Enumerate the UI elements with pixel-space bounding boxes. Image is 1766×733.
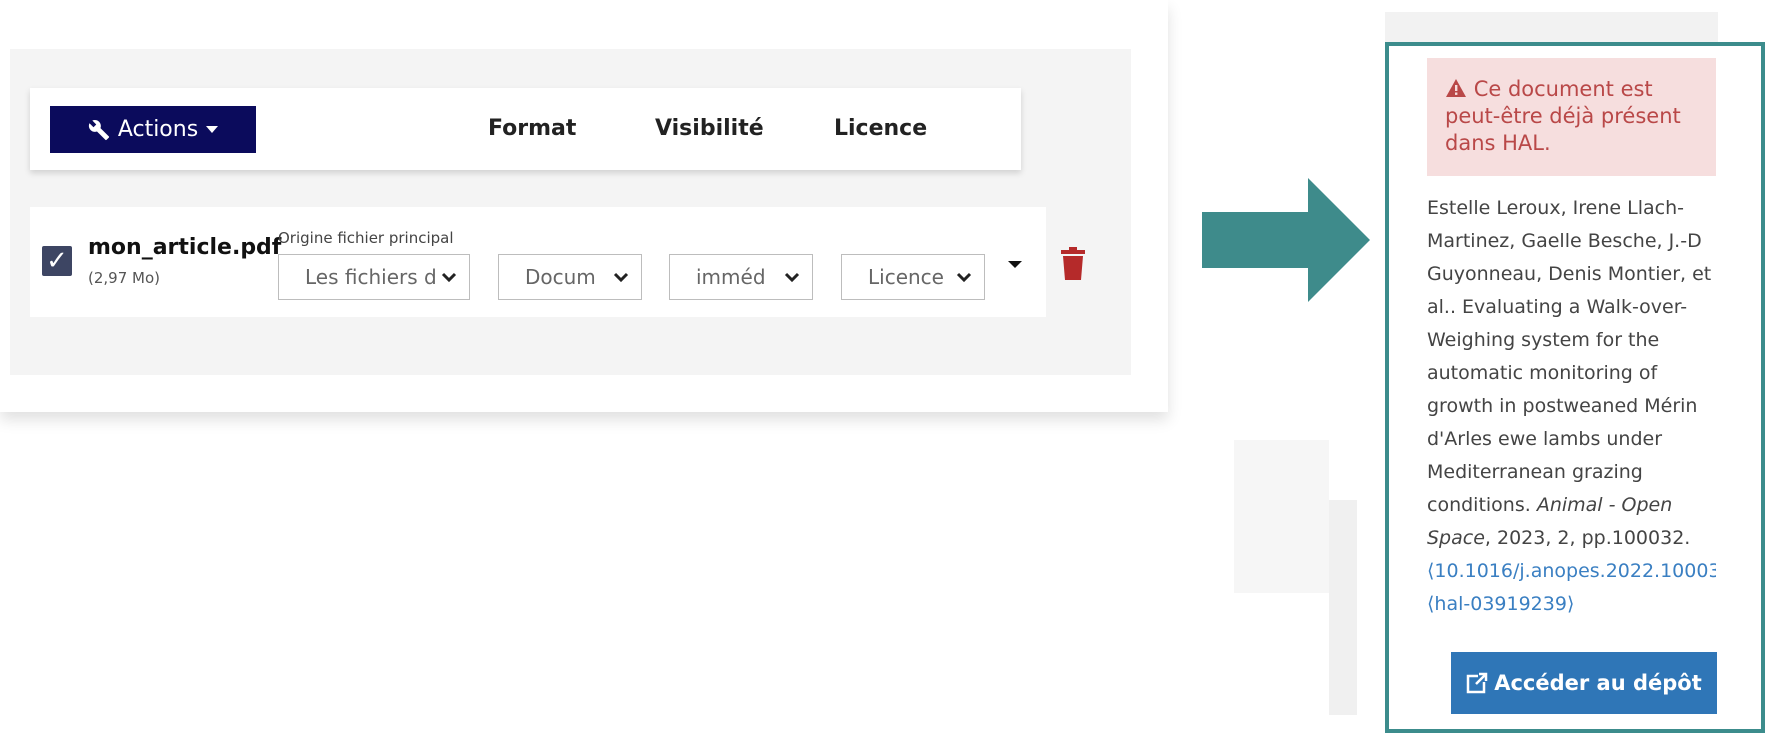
alert-line-1: Ce document est xyxy=(1473,77,1653,101)
origin-label: Origine fichier principal xyxy=(278,229,454,247)
chevron-down-icon xyxy=(778,267,800,288)
citation-line: Space, 2023, 2, pp.100032. xyxy=(1427,522,1747,555)
origin-select[interactable]: Les fichiers d xyxy=(278,254,470,300)
actions-label: Actions xyxy=(117,117,199,142)
external-link-icon xyxy=(1466,672,1489,694)
duplicate-warning-panel: Ce document est peut-être déjà présent d… xyxy=(1385,42,1765,733)
format-select[interactable]: Docum xyxy=(498,254,642,300)
column-header-licence: Licence xyxy=(834,116,928,141)
licence-select-value: Licence xyxy=(868,265,944,289)
citation-line: Martinez, Gaelle Besche, J.-D xyxy=(1427,230,1702,252)
duplicate-alert: Ce document est peut-être déjà présent d… xyxy=(1427,58,1717,176)
row-menu-caret-icon[interactable] xyxy=(1008,261,1022,268)
citation-line: al.. Evaluating a Walk-over- xyxy=(1427,296,1688,318)
visibility-select[interactable]: imméd xyxy=(669,254,813,300)
citation-text: , 2023, 2, pp.100032. xyxy=(1484,527,1691,549)
trash-icon[interactable] xyxy=(1059,247,1087,281)
deposit-button-label: Accéder au dépôt xyxy=(1494,671,1702,695)
journal-name: Space xyxy=(1427,527,1485,549)
chevron-down-icon xyxy=(607,267,629,288)
visibility-select-value: imméd xyxy=(696,265,766,289)
actions-dropdown-button[interactable]: Actions xyxy=(50,106,256,153)
file-checkbox[interactable]: ✓ xyxy=(42,246,72,276)
citation-line: automatic monitoring of xyxy=(1427,362,1658,384)
origin-select-value: Les fichiers d xyxy=(305,265,435,289)
licence-select[interactable]: Licence xyxy=(841,254,985,300)
panel-clip xyxy=(1716,46,1761,729)
upload-panel: Actions Format Visibilité Licence ✓ mon_… xyxy=(10,49,1131,375)
background-block xyxy=(1329,500,1357,715)
doi-link[interactable]: ⟨10.1016/j.anopes.2022.10003 xyxy=(1427,555,1747,588)
files-toolbar: Actions Format Visibilité Licence xyxy=(30,88,1021,170)
citation-line: growth in postweaned Mérin xyxy=(1427,395,1698,417)
access-deposit-button[interactable]: Accéder au dépôt xyxy=(1451,652,1717,714)
file-row: ✓ mon_article.pdf (2,97 Mo) Origine fich… xyxy=(30,207,1085,317)
background-block xyxy=(1234,440,1329,593)
hal-id-link[interactable]: ⟨hal-03919239⟩ xyxy=(1427,588,1747,621)
column-header-format: Format xyxy=(488,116,577,141)
citation-line: Mediterranean grazing xyxy=(1427,461,1643,483)
caret-down-icon xyxy=(206,126,219,133)
citation-line: Guyonneau, Denis Montier, et xyxy=(1427,263,1712,285)
chevron-down-icon xyxy=(950,267,972,288)
alert-line-2: peut-être déjà présent xyxy=(1445,104,1681,128)
column-header-visibility: Visibilité xyxy=(655,116,764,141)
citation-line: d'Arles ewe lambs under xyxy=(1427,428,1663,450)
arrow-right-icon xyxy=(1202,178,1370,302)
citation-line: Weighing system for the xyxy=(1427,329,1660,351)
format-select-value: Docum xyxy=(525,265,596,289)
alert-line-3: dans HAL. xyxy=(1445,131,1551,155)
journal-name: Animal - Open xyxy=(1536,494,1673,516)
citation-line: Estelle Leroux, Irene Llach- xyxy=(1427,197,1684,219)
chevron-down-icon xyxy=(435,267,457,288)
citation-text: conditions. xyxy=(1427,494,1537,516)
file-size: (2,97 Mo) xyxy=(88,269,160,287)
file-name: mon_article.pdf xyxy=(88,235,282,260)
wrench-icon xyxy=(88,119,109,140)
warning-triangle-icon xyxy=(1446,79,1466,97)
citation-line: conditions. Animal - Open xyxy=(1427,489,1747,522)
citation: Estelle Leroux, Irene Llach- Martinez, G… xyxy=(1427,192,1747,621)
